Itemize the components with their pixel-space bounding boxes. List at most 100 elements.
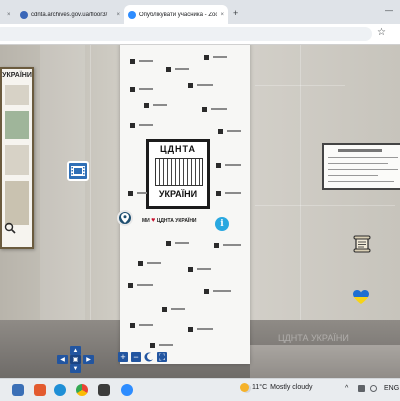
zoom-app-icon[interactable] xyxy=(121,384,133,396)
banner-text xyxy=(197,84,213,86)
banner-text xyxy=(171,308,185,310)
new-tab-button[interactable]: + xyxy=(233,8,238,18)
file-explorer-icon[interactable] xyxy=(12,384,24,396)
banner-text xyxy=(139,124,153,126)
banner-text xyxy=(153,104,167,106)
map-pin-icon[interactable] xyxy=(117,210,133,226)
banner-text xyxy=(159,344,173,346)
banner-text xyxy=(213,290,231,292)
floor-right xyxy=(250,345,400,378)
banner-text xyxy=(225,192,241,194)
banner-text xyxy=(213,56,227,58)
windows-taskbar: 11°C Mostly cloudy ^ ENG xyxy=(0,378,400,401)
pan-up-button[interactable]: ▲ xyxy=(70,346,81,355)
banner-text xyxy=(139,324,153,326)
qr-code xyxy=(136,259,145,268)
qr-code xyxy=(200,105,209,114)
banner-text xyxy=(175,242,189,244)
document-line xyxy=(328,169,398,170)
qr-code xyxy=(128,121,137,130)
chrome-icon[interactable] xyxy=(76,384,88,396)
bookmark-star-icon[interactable]: ☆ xyxy=(377,27,386,38)
virtual-tour-viewport[interactable]: УКРАЇНИ ЦДНТА УКРАЇНИ МИ ♥ ЦДНТА УКРАЇНИ xyxy=(0,45,400,378)
battery-icon[interactable] xyxy=(358,385,365,392)
document-line xyxy=(328,163,388,164)
banner-text xyxy=(175,68,189,70)
document-line xyxy=(328,157,398,158)
qr-code xyxy=(160,305,169,314)
nav-center-button[interactable]: ▣ xyxy=(70,355,81,364)
marble-seam xyxy=(90,45,91,325)
pan-left-button[interactable]: ◀ xyxy=(57,355,68,364)
document-line xyxy=(328,175,378,176)
slogan-suffix: ЦДНТА УКРАЇНИ xyxy=(156,218,197,224)
pan-down-button[interactable]: ▼ xyxy=(70,364,81,373)
document-heading xyxy=(338,149,382,152)
film-icon[interactable] xyxy=(67,161,89,181)
tab-close-icon[interactable]: × xyxy=(116,12,120,18)
weather-widget[interactable]: 11°C Mostly cloudy xyxy=(240,383,313,392)
banner-text xyxy=(225,164,241,166)
tab-partial[interactable]: × xyxy=(0,5,12,24)
browser-toolbar: ☆ xyxy=(0,24,400,45)
scroll-graphic xyxy=(353,235,371,253)
partly-cloudy-icon xyxy=(240,383,249,392)
qr-code xyxy=(126,281,135,290)
edge-icon[interactable] xyxy=(54,384,66,396)
framed-document xyxy=(322,143,400,190)
qr-code xyxy=(126,189,135,198)
tab-zoom-publish[interactable]: Опублікувати учасника - Zoo × xyxy=(124,5,228,24)
tab-close-icon[interactable]: × xyxy=(7,12,11,18)
qr-code xyxy=(164,65,173,74)
fullscreen-button[interactable]: ⛶ xyxy=(157,352,167,362)
browser-tab-bar: × cdnta.archives.gov.ua/floor3/ × Опублі… xyxy=(0,0,400,24)
minimize-button[interactable]: — xyxy=(385,6,393,15)
cdnta-logo: ЦДНТА УКРАЇНИ xyxy=(146,139,210,209)
qr-code xyxy=(186,325,195,334)
qr-code xyxy=(202,53,211,62)
qr-code xyxy=(216,127,225,136)
night-mode-icon[interactable] xyxy=(144,352,154,362)
marble-seam xyxy=(255,205,395,206)
wordpress-favicon-icon xyxy=(20,10,28,19)
weather-desc: Mostly cloudy xyxy=(270,384,313,391)
magnifier-graphic xyxy=(4,222,16,234)
press-wall-banner: ЦДНТА УКРАЇНИ МИ ♥ ЦДНТА УКРАЇНИ xyxy=(120,45,250,364)
film-strip-graphic xyxy=(71,166,85,176)
banner-text xyxy=(139,60,153,62)
poster-title: УКРАЇНИ xyxy=(2,72,32,79)
zoom-out-button[interactable]: − xyxy=(131,352,141,362)
logo-title: ЦДНТА xyxy=(160,144,196,154)
info-icon[interactable]: i xyxy=(215,217,229,231)
heart-graphic xyxy=(353,290,369,304)
language-indicator[interactable]: ENG xyxy=(384,385,399,392)
zoom-in-button[interactable]: + xyxy=(118,352,128,362)
address-bar[interactable] xyxy=(0,27,372,41)
ukraine-heart-icon[interactable] xyxy=(352,289,370,305)
qr-code xyxy=(186,265,195,274)
magnifier-icon[interactable] xyxy=(3,221,17,235)
store-icon[interactable] xyxy=(98,384,110,396)
tab-cdnta-floor3[interactable]: cdnta.archives.gov.ua/floor3/ × xyxy=(16,5,124,24)
qr-code xyxy=(214,189,223,198)
moon-graphic xyxy=(144,352,153,362)
banner-text xyxy=(137,284,153,286)
logo-subtitle: УКРАЇНИ xyxy=(158,189,198,199)
banner-text xyxy=(139,88,153,90)
qr-code xyxy=(212,241,221,250)
banner-text xyxy=(197,328,213,330)
tray-chevron-icon[interactable]: ^ xyxy=(345,385,348,392)
banner-text xyxy=(137,192,147,194)
slogan-prefix: МИ xyxy=(142,218,150,224)
navigation-pad: ▲ ◀ ▣ ▶ ▼ xyxy=(57,346,95,374)
scroll-icon[interactable] xyxy=(352,234,372,254)
tab-title: cdnta.archives.gov.ua/floor3/ xyxy=(31,11,108,18)
poster-text-block xyxy=(5,145,29,175)
pan-right-button[interactable]: ▶ xyxy=(83,355,94,364)
document-line xyxy=(328,181,394,182)
qr-code xyxy=(148,341,157,350)
tab-close-icon[interactable]: × xyxy=(220,12,224,18)
photos-icon[interactable] xyxy=(34,384,46,396)
network-icon[interactable] xyxy=(370,385,377,392)
heart-icon: ♥ xyxy=(151,217,156,224)
